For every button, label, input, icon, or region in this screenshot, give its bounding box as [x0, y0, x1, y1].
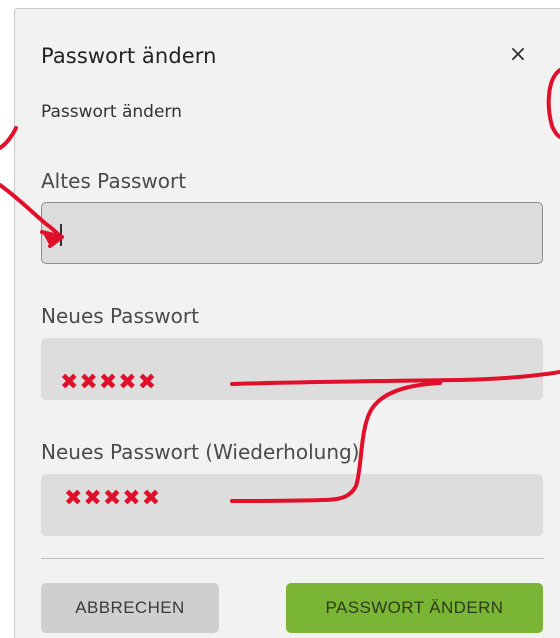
- repeat-password-label: Neues Passwort (Wiederholung): [41, 440, 360, 464]
- old-password-label: Altes Passwort: [41, 169, 187, 193]
- cancel-button[interactable]: ABBRECHEN: [41, 583, 219, 633]
- page: Passwort ändern × Passwort ändern Altes …: [0, 0, 560, 638]
- new-password-input[interactable]: [41, 338, 543, 400]
- dialog-subtitle: Passwort ändern: [41, 102, 182, 122]
- dialog-title: Passwort ändern: [41, 44, 217, 68]
- close-icon[interactable]: ×: [505, 42, 531, 68]
- repeat-password-input[interactable]: [41, 474, 543, 536]
- change-password-button[interactable]: PASSWORT ÄNDERN: [286, 583, 543, 633]
- text-caret: [60, 224, 62, 246]
- new-password-label: Neues Passwort: [41, 304, 199, 328]
- old-password-input[interactable]: [41, 202, 543, 264]
- footer-divider: [41, 558, 544, 559]
